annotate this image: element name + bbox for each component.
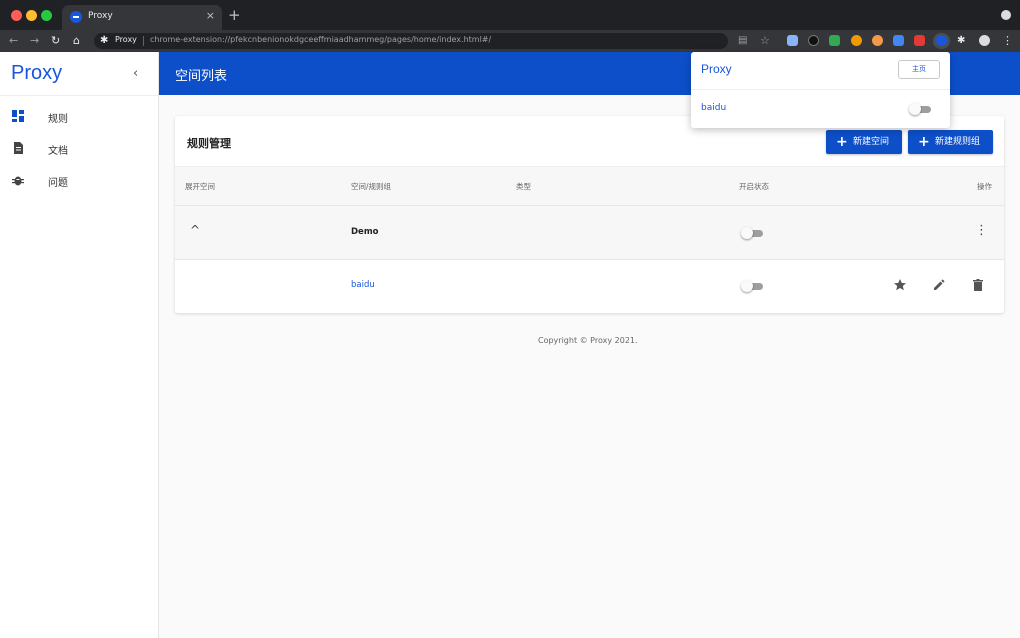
group-name: Demo bbox=[351, 227, 379, 237]
browser-menu-icon[interactable] bbox=[1001, 10, 1011, 20]
tab-title: Proxy bbox=[88, 11, 113, 21]
bug-icon bbox=[12, 176, 24, 186]
brand-logo[interactable]: Proxy bbox=[11, 62, 62, 85]
toggle-thumb bbox=[741, 280, 753, 292]
bookmark-star-icon[interactable]: ☆ bbox=[760, 33, 770, 49]
card-title: 规则管理 bbox=[187, 137, 231, 150]
extension-icon-2[interactable] bbox=[808, 35, 819, 46]
reload-icon[interactable]: ↻ bbox=[51, 33, 60, 49]
sidebar-item-docs[interactable]: 文档 bbox=[0, 134, 158, 164]
address-bar[interactable]: ✱ Proxy chrome-extension://pfekcnbeniono… bbox=[94, 33, 728, 49]
group-enable-toggle[interactable] bbox=[741, 227, 765, 239]
back-icon[interactable]: ← bbox=[9, 33, 18, 49]
column-header: 类型 bbox=[516, 182, 531, 191]
close-window-button[interactable] bbox=[11, 10, 22, 21]
new-tab-button[interactable]: + bbox=[228, 6, 241, 24]
page-title: 空间列表 bbox=[175, 69, 228, 84]
new-rule-group-label: 新建规则组 bbox=[935, 137, 981, 147]
column-header: 开启状态 bbox=[739, 182, 769, 191]
omnibox-url[interactable]: chrome-extension://pfekcnbenionokdgceeff… bbox=[150, 35, 491, 44]
table-header: 展开空间 空间/规则组 类型 开启状态 操作 bbox=[175, 166, 1004, 206]
edit-pencil-icon[interactable] bbox=[932, 278, 946, 292]
home-icon[interactable]: ⌂ bbox=[73, 33, 80, 49]
profile-avatar-icon[interactable] bbox=[979, 35, 990, 46]
app-root: Proxy ‹ 规则 文档 问题 空间列表 规则管理 + 新建空间 + 新建规则… bbox=[0, 52, 1020, 638]
rule-enable-toggle[interactable] bbox=[741, 280, 765, 292]
column-header: 展开空间 bbox=[185, 182, 215, 191]
popup-title: Proxy bbox=[701, 62, 732, 76]
toggle-thumb bbox=[741, 227, 753, 239]
browser-tab[interactable]: Proxy × bbox=[62, 5, 222, 30]
copyright-footer: Copyright © Proxy 2021. bbox=[538, 336, 638, 345]
extension-icon-3[interactable] bbox=[829, 35, 840, 46]
sidebar-item-issues[interactable]: 问题 bbox=[0, 166, 158, 196]
sidebar-item-label: 文档 bbox=[48, 146, 68, 157]
popup-rule-toggle[interactable] bbox=[909, 103, 933, 115]
collapse-chevron-up-icon[interactable]: ^ bbox=[190, 223, 200, 237]
tab-close-icon[interactable]: × bbox=[206, 9, 215, 23]
extension-popup: Proxy 主页 baidu bbox=[691, 52, 950, 128]
translate-icon[interactable]: ▤ bbox=[738, 33, 747, 49]
dashboard-icon bbox=[12, 110, 24, 122]
collapse-sidebar-icon[interactable]: ‹ bbox=[133, 66, 138, 81]
popup-divider bbox=[691, 89, 950, 90]
sidebar-item-label: 问题 bbox=[48, 178, 68, 189]
new-space-label: 新建空间 bbox=[853, 137, 890, 147]
proxy-favicon-icon bbox=[70, 11, 82, 23]
extensions-puzzle-icon[interactable]: ✱ bbox=[957, 33, 965, 49]
browser-toolbar: ← → ↻ ⌂ ✱ Proxy chrome-extension://pfekc… bbox=[0, 30, 1020, 52]
omnibox-separator bbox=[143, 36, 144, 46]
document-icon bbox=[14, 142, 23, 154]
extension-icon-1[interactable] bbox=[787, 35, 798, 46]
extension-icon-6[interactable] bbox=[893, 35, 904, 46]
column-header: 操作 bbox=[977, 182, 992, 191]
plus-icon: + bbox=[918, 134, 930, 150]
popup-home-button[interactable]: 主页 bbox=[898, 60, 940, 79]
column-header: 空间/规则组 bbox=[351, 182, 392, 191]
extension-puzzle-icon: ✱ bbox=[100, 35, 109, 46]
minimize-window-button[interactable] bbox=[26, 10, 37, 21]
browser-tab-bar: Proxy × + bbox=[0, 0, 1020, 30]
rules-card: 规则管理 + 新建空间 + 新建规则组 展开空间 空间/规则组 类型 开启状态 … bbox=[175, 116, 1004, 313]
plus-icon: + bbox=[836, 134, 848, 150]
toggle-thumb bbox=[909, 103, 921, 115]
new-space-button[interactable]: + 新建空间 bbox=[826, 130, 902, 154]
sidebar-divider bbox=[0, 95, 158, 96]
extension-icon-4[interactable] bbox=[851, 35, 862, 46]
table-row-rule: baidu bbox=[175, 260, 1004, 313]
star-icon[interactable] bbox=[893, 278, 907, 292]
sidebar: Proxy ‹ 规则 文档 问题 bbox=[0, 52, 159, 638]
maximize-window-button[interactable] bbox=[41, 10, 52, 21]
sidebar-item-rules[interactable]: 规则 bbox=[0, 102, 158, 132]
extension-icon-5[interactable] bbox=[872, 35, 883, 46]
forward-icon[interactable]: → bbox=[30, 33, 39, 49]
proxy-extension-icon[interactable] bbox=[933, 33, 950, 49]
omnibox-extension-name: Proxy bbox=[115, 35, 137, 44]
more-vertical-icon[interactable]: ⋮ bbox=[975, 224, 988, 238]
new-rule-group-button[interactable]: + 新建规则组 bbox=[908, 130, 993, 154]
delete-trash-icon[interactable] bbox=[971, 278, 985, 292]
chrome-menu-icon[interactable]: ⋮ bbox=[1002, 33, 1013, 49]
extension-icon-7[interactable] bbox=[914, 35, 925, 46]
rule-name-link[interactable]: baidu bbox=[351, 280, 375, 290]
popup-rule-name[interactable]: baidu bbox=[701, 103, 726, 113]
sidebar-item-label: 规则 bbox=[48, 114, 68, 125]
table-row-group: ^ Demo ⋮ bbox=[175, 206, 1004, 260]
